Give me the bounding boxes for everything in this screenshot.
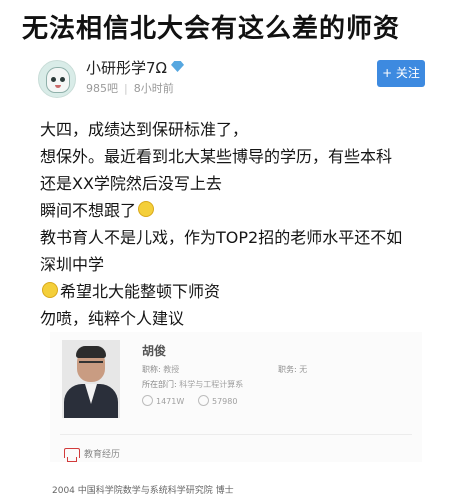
sad-emoji-icon <box>42 282 58 298</box>
photo-hair <box>76 346 106 358</box>
views-count: 1471W <box>142 395 184 409</box>
photo-glasses <box>79 361 103 368</box>
author-name[interactable]: 小研彤学7Ω <box>86 59 167 77</box>
body-line: 瞬间不想跟了 <box>40 201 137 220</box>
education-section-label: 教育经历 <box>84 450 121 460</box>
avatar-eye-right <box>60 77 65 82</box>
profile-dept-value: 科学与工程计算系 <box>179 380 244 389</box>
body-line: 还是XX学院然后没写上去 <box>40 174 222 193</box>
body-line: 希望北大能整顿下师资 <box>60 282 221 301</box>
profile-card-image[interactable]: 胡俊 职称: 教授 职务: 无 所在部门: 科学与工程计算系 1471W 579… <box>50 332 422 462</box>
body-line: 大四，成绩达到保研标准了， <box>40 120 249 139</box>
body-line: 勿喷，纯粹个人建议 <box>40 309 185 328</box>
thumbs-up-icon <box>198 395 209 406</box>
author-followers: 985吧 <box>86 82 118 95</box>
post-body: 大四，成绩达到保研标准了， 想保外。最近看到北大某些博导的学历，有些本科 还是X… <box>40 116 450 332</box>
profile-dept-label: 所在部门: <box>142 380 177 389</box>
profile-title-label: 职称: <box>142 365 161 374</box>
likes-value: 57980 <box>212 397 238 406</box>
profile-position-value: 无 <box>299 365 308 374</box>
profile-dept-row: 所在部门: 科学与工程计算系 <box>142 379 243 390</box>
follow-button[interactable]: + 关注 <box>377 60 425 87</box>
profile-title-row: 职称: 教授 <box>142 364 179 375</box>
eye-icon <box>142 395 153 406</box>
avatar-face <box>46 67 70 93</box>
verified-badge-icon <box>171 61 185 72</box>
body-line: 深圳中学 <box>40 255 105 274</box>
body-line-with-emoji: 瞬间不想跟了 <box>40 197 450 224</box>
post-title: 无法相信北大会有这么差的师资 <box>22 14 401 44</box>
body-line: 教书育人不是儿戏，作为TOP2招的老师水平还不如 <box>40 228 403 247</box>
profile-name: 胡俊 <box>142 344 167 358</box>
avatar-eye-left <box>51 77 56 82</box>
graduation-cap-icon <box>64 448 80 462</box>
body-line: 想保外。最近看到北大某些博导的学历，有些本科 <box>40 147 393 166</box>
meta-separator: | <box>124 82 128 95</box>
avatar-mouth <box>55 85 61 88</box>
post-time: 8小时前 <box>133 82 174 95</box>
profile-photo <box>62 340 120 418</box>
views-value: 1471W <box>156 397 185 406</box>
profile-title-value: 教授 <box>163 365 180 374</box>
sweat-emoji-icon <box>138 201 155 217</box>
author-meta: 985吧 | 8小时前 <box>86 80 174 96</box>
education-entry: 2004 中国科学院数学与系统科学研究院 博士 <box>52 486 234 494</box>
author-name-row[interactable]: 小研彤学7Ω <box>86 57 185 78</box>
likes-count: 57980 <box>198 395 237 409</box>
author-bar: 小研彤学7Ω 985吧 | 8小时前 + 关注 <box>38 58 438 102</box>
card-divider <box>60 434 412 435</box>
profile-position-row: 职务: 无 <box>278 364 307 375</box>
body-line-with-emoji: 希望北大能整顿下师资 <box>40 278 450 305</box>
profile-position-label: 职务: <box>278 365 297 374</box>
author-avatar[interactable] <box>38 60 76 98</box>
